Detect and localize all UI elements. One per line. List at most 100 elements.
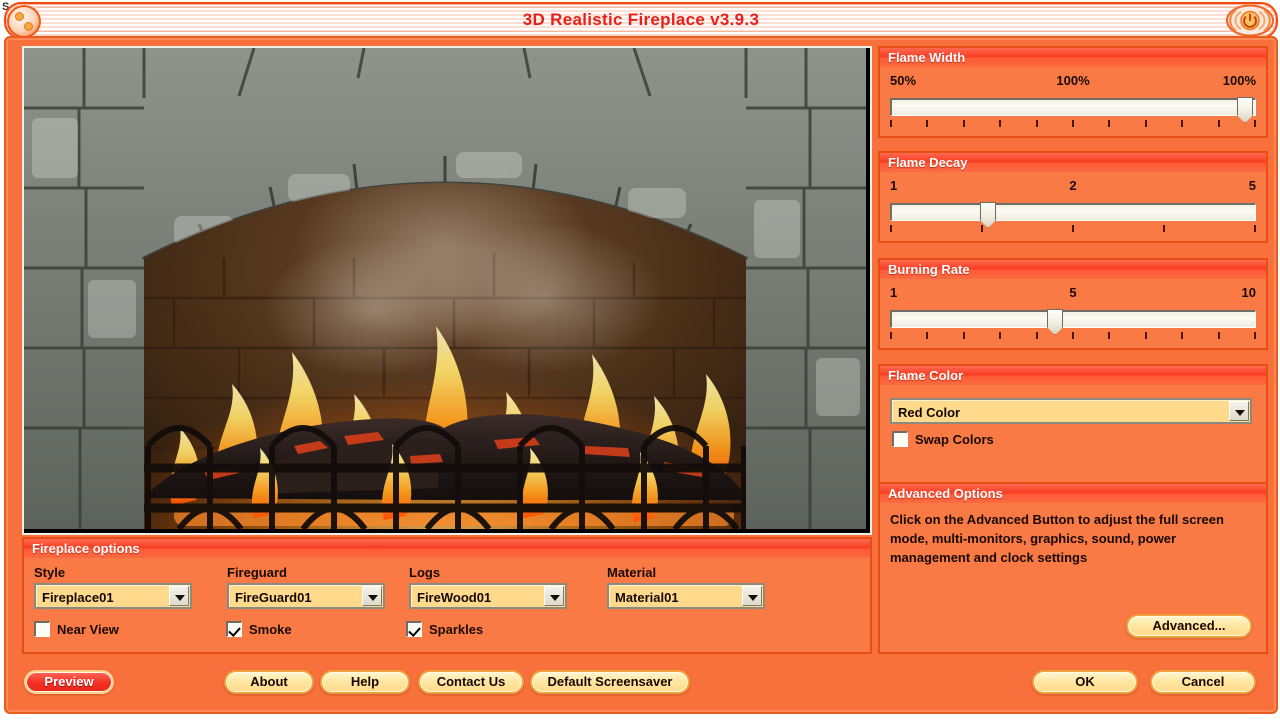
group-fireplace-options: Fireplace options Style Fireplace01 Fire…	[22, 537, 872, 654]
slider-tick	[1108, 120, 1110, 127]
chevron-down-icon[interactable]	[544, 586, 564, 606]
chevron-down-icon[interactable]	[742, 586, 762, 606]
advanced-description: Click on the Advanced Button to adjust t…	[890, 512, 1224, 565]
power-icon[interactable]	[1226, 4, 1274, 37]
burning-rate-max-label: 10	[1241, 285, 1256, 300]
default-screensaver-button[interactable]: Default Screensaver	[530, 670, 690, 694]
flame-decay-max-label: 5	[1248, 178, 1256, 193]
slider-tick	[1181, 120, 1183, 127]
logs-dropdown[interactable]: FireWood01	[409, 583, 567, 609]
application-window: 3D Realistic Fireplace v3.9.3 Flame Widt…	[0, 0, 1280, 714]
slider-tick	[890, 332, 892, 339]
title-bar[interactable]: 3D Realistic Fireplace v3.9.3	[4, 2, 1278, 39]
material-value: Material01	[615, 590, 679, 605]
slider-tick	[1145, 120, 1147, 127]
burning-rate-labels: 1 5 10	[890, 285, 1256, 301]
fireguard-dropdown[interactable]: FireGuard01	[227, 583, 385, 609]
flame-width-max-label: 100%	[1222, 73, 1256, 88]
slider-tick	[999, 332, 1001, 339]
slider-tick	[926, 332, 928, 339]
near-view-label: Near View	[57, 622, 119, 637]
burning-rate-min-label: 1	[890, 285, 898, 300]
logs-value: FireWood01	[417, 590, 492, 605]
style-dropdown[interactable]: Fireplace01	[34, 583, 192, 609]
about-button[interactable]: About	[224, 670, 314, 694]
burning-rate-mid-label: 5	[1069, 285, 1077, 300]
logs-label: Logs	[409, 565, 441, 580]
smoke-label: Smoke	[249, 622, 292, 637]
flame-width-labels: 50% 100% 100%	[890, 73, 1256, 89]
slider-tick	[1218, 332, 1220, 339]
group-title-burning-rate: Burning Rate	[880, 260, 1266, 279]
slider-tick	[1036, 120, 1038, 127]
chevron-down-icon[interactable]	[169, 586, 189, 606]
slider-tick	[1254, 332, 1256, 339]
group-title-flame-width: Flame Width	[880, 48, 1266, 67]
slider-tick	[1036, 332, 1038, 339]
slider-tick	[1145, 332, 1147, 339]
slider-tick	[963, 332, 965, 339]
swap-colors-checkbox-box[interactable]	[892, 431, 908, 447]
flame-emblem-icon	[7, 5, 41, 37]
group-title-fireplace-options: Fireplace options	[24, 539, 870, 558]
group-flame-decay: Flame Decay 1 2 5	[878, 151, 1268, 243]
slider-tick	[890, 120, 892, 127]
slider-tick	[1218, 120, 1220, 127]
group-advanced-options: Advanced Options Click on the Advanced B…	[878, 482, 1268, 654]
window-body: Flame Width 50% 100% 100% Flame Decay 1 …	[4, 36, 1278, 714]
style-value: Fireplace01	[42, 590, 114, 605]
flame-color-dropdown[interactable]: Red Color	[890, 398, 1252, 424]
burning-rate-slider[interactable]	[890, 309, 1256, 335]
slider-tick	[1181, 332, 1183, 339]
flame-width-slider[interactable]	[890, 97, 1256, 123]
advanced-button[interactable]: Advanced...	[1126, 614, 1252, 638]
flame-decay-slider[interactable]	[890, 202, 1256, 228]
sparkles-label: Sparkles	[429, 622, 484, 637]
material-dropdown[interactable]: Material01	[607, 583, 765, 609]
cancel-button[interactable]: Cancel	[1150, 670, 1256, 694]
fireguard-label: Fireguard	[227, 565, 287, 580]
group-burning-rate: Burning Rate 1 5 10	[878, 258, 1268, 350]
group-title-advanced-options: Advanced Options	[880, 484, 1266, 503]
group-flame-width: Flame Width 50% 100% 100%	[878, 46, 1268, 138]
sparkles-checkbox-box[interactable]	[406, 621, 422, 637]
material-label: Material	[607, 565, 657, 580]
slider-tick	[1072, 332, 1074, 339]
smoke-checkbox-box[interactable]	[226, 621, 242, 637]
help-button[interactable]: Help	[320, 670, 410, 694]
flame-decay-min-label: 1	[890, 178, 898, 193]
slider-tick	[1163, 225, 1165, 232]
burning-rate-ticks	[890, 332, 1256, 340]
slider-tick	[981, 225, 983, 232]
slider-tick	[890, 225, 892, 232]
style-label: Style	[34, 565, 66, 580]
flame-decay-ticks	[890, 225, 1256, 233]
flame-decay-mid-label: 2	[1069, 178, 1077, 193]
near-view-checkbox-box[interactable]	[34, 621, 50, 637]
emblem-dot	[15, 12, 24, 21]
slider-tick	[1254, 120, 1256, 127]
ok-button[interactable]: OK	[1032, 670, 1138, 694]
flame-width-mid-label: 100%	[1056, 73, 1090, 88]
contact-us-button[interactable]: Contact Us	[418, 670, 524, 694]
group-flame-color: Flame Color Red Color Swap Colors	[878, 364, 1268, 494]
slider-tick	[999, 120, 1001, 127]
fireguard-value: FireGuard01	[235, 590, 312, 605]
swap-colors-label: Swap Colors	[915, 432, 994, 447]
emblem-dot	[24, 22, 33, 31]
chevron-down-icon[interactable]	[362, 586, 382, 606]
group-title-flame-color: Flame Color	[880, 366, 1266, 385]
slider-tick	[926, 120, 928, 127]
flame-width-min-label: 50%	[890, 73, 917, 88]
flame-decay-labels: 1 2 5	[890, 178, 1256, 194]
group-title-flame-decay: Flame Decay	[880, 153, 1266, 172]
slider-tick	[1072, 120, 1074, 127]
slider-tick	[1108, 332, 1110, 339]
slider-tick	[963, 120, 965, 127]
flame-color-value: Red Color	[898, 405, 961, 420]
preview-button[interactable]: Preview	[24, 670, 114, 694]
flame-width-ticks	[890, 120, 1256, 128]
fireplace-preview[interactable]	[22, 46, 872, 535]
slider-tick	[1072, 225, 1074, 232]
chevron-down-icon[interactable]	[1229, 401, 1249, 421]
